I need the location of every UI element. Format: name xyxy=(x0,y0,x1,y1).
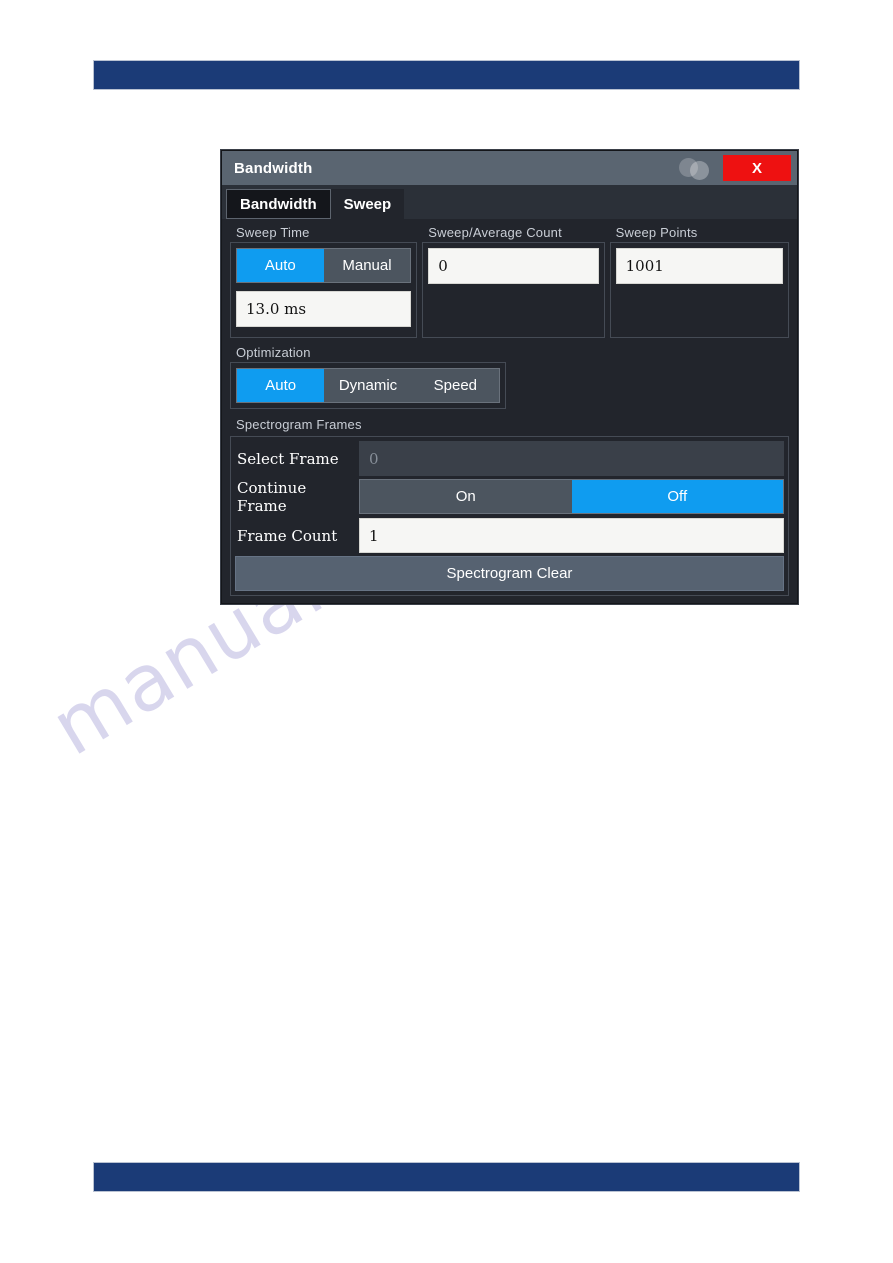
sweep-time-mode-toggle[interactable]: Auto Manual xyxy=(236,248,412,283)
row-continue-frame: Continue Frame On Off xyxy=(235,479,784,515)
page-footer-bar xyxy=(93,1162,800,1192)
sweep-time-mode-auto[interactable]: Auto xyxy=(237,249,324,282)
select-frame-control: 0 xyxy=(359,441,784,476)
sweep-time-mode-manual[interactable]: Manual xyxy=(324,249,411,282)
group-legend-sweep-points: Sweep Points xyxy=(615,225,698,240)
bandwidth-dialog: Bandwidth X Bandwidth Sweep Sweep Time A… xyxy=(221,150,798,604)
optimization-speed[interactable]: Speed xyxy=(412,369,499,402)
tab-bandwidth[interactable]: Bandwidth xyxy=(226,189,331,219)
select-frame-label: Select Frame xyxy=(237,449,339,468)
dialog-tabbar: Bandwidth Sweep xyxy=(222,185,797,219)
page-header-bar xyxy=(93,60,800,90)
close-button[interactable]: X xyxy=(723,155,791,181)
group-sweep-points: Sweep Points 1001 xyxy=(609,225,789,338)
select-frame-field: 0 xyxy=(359,441,784,476)
optimization-toggle[interactable]: Auto Dynamic Speed xyxy=(236,368,500,403)
frame-count-field[interactable]: 1 xyxy=(359,518,784,553)
tabbar-filler xyxy=(404,189,797,219)
group-frame-optimization: Auto Dynamic Speed xyxy=(230,362,506,409)
overlapping-circles-icon[interactable] xyxy=(679,155,713,181)
continue-frame-control: On Off xyxy=(359,479,784,515)
continue-frame-on[interactable]: On xyxy=(360,480,572,513)
frame-count-control: 1 xyxy=(359,518,784,553)
row-frame-count: Frame Count 1 xyxy=(235,518,784,553)
group-frame-sweep-time: Auto Manual 13.0 ms xyxy=(230,242,418,338)
group-frame-sweep-points: 1001 xyxy=(609,242,789,338)
group-spectrogram-frames: Spectrogram Frames Select Frame 0 Contin… xyxy=(230,417,789,596)
group-frame-sweep-average-count: 0 xyxy=(422,242,605,338)
spectrogram-clear-button[interactable]: Spectrogram Clear xyxy=(235,556,784,591)
group-legend-sweep-average-count: Sweep/Average Count xyxy=(428,225,562,240)
group-optimization: Optimization Auto Dynamic Speed xyxy=(230,345,506,409)
group-legend-optimization: Optimization xyxy=(236,345,311,360)
group-legend-sweep-time: Sweep Time xyxy=(236,225,310,240)
continue-frame-toggle[interactable]: On Off xyxy=(359,479,784,514)
group-sweep-time: Sweep Time Auto Manual 13.0 ms xyxy=(230,225,418,338)
dialog-title: Bandwidth xyxy=(234,159,313,177)
continue-frame-label: Continue Frame xyxy=(237,479,307,515)
frame-count-label: Frame Count xyxy=(237,526,338,545)
tab-sweep[interactable]: Sweep xyxy=(330,189,405,219)
group-frame-spectrogram-frames: Select Frame 0 Continue Frame On Off Fra… xyxy=(230,436,789,596)
sweep-time-value-field[interactable]: 13.0 ms xyxy=(236,291,412,327)
group-sweep-average-count: Sweep/Average Count 0 xyxy=(422,225,605,338)
continue-frame-off[interactable]: Off xyxy=(571,480,783,513)
dialog-titlebar: Bandwidth X xyxy=(222,151,797,185)
optimization-dynamic[interactable]: Dynamic xyxy=(324,369,411,402)
top-group-row: Sweep Time Auto Manual 13.0 ms Sweep/Ave… xyxy=(230,225,789,338)
optimization-auto[interactable]: Auto xyxy=(237,369,325,402)
group-legend-spectrogram-frames: Spectrogram Frames xyxy=(236,417,362,432)
sweep-average-count-field[interactable]: 0 xyxy=(428,248,599,284)
dialog-body: Sweep Time Auto Manual 13.0 ms Sweep/Ave… xyxy=(222,219,797,605)
sweep-points-field[interactable]: 1001 xyxy=(615,248,783,284)
row-select-frame: Select Frame 0 xyxy=(235,441,784,476)
